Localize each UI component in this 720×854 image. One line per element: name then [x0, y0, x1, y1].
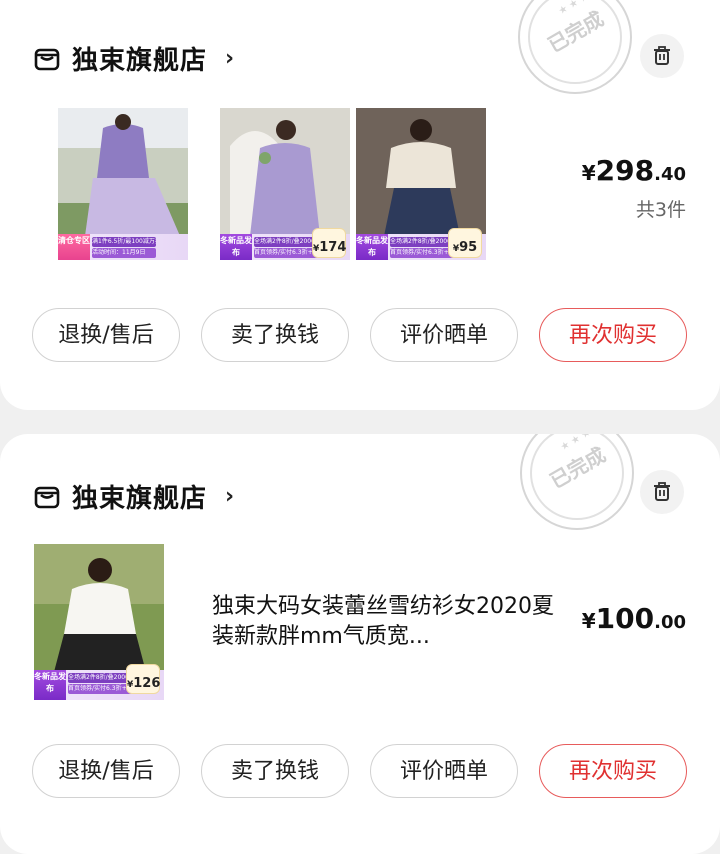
product-thumbnail[interactable]: 冬新品发布 全场满2件8折/叠2000优惠券 首页领券/实付6.3折+ ¥174 — [220, 108, 350, 260]
resell-button[interactable]: 卖了换钱 — [201, 308, 349, 362]
resell-button[interactable]: 卖了换钱 — [201, 744, 349, 798]
product-thumbnail[interactable]: 冬新品发布 全场满2件8折/叠2000优惠券 首页领券/实付6.3折+ ¥95 — [356, 108, 486, 260]
completed-stamp: ★★★ 已完成 — [520, 434, 634, 530]
product-photo — [58, 108, 188, 236]
trash-icon — [654, 46, 670, 65]
item-count: 共3件 — [635, 199, 686, 221]
store-link[interactable]: 独束旗舰店 › — [34, 40, 234, 77]
review-button[interactable]: 评价晒单 — [370, 308, 518, 362]
order-total: ¥100.00 — [581, 602, 686, 635]
promo-banner: 冬新品发布 全场满2件8折/叠2000优惠券 首页领券/实付6.3折+ ¥95 — [356, 228, 486, 260]
buy-again-button[interactable]: 再次购买 — [539, 744, 687, 798]
product-photo — [34, 544, 164, 672]
delete-order-button[interactable] — [640, 34, 684, 78]
store-icon — [34, 48, 60, 70]
trash-icon — [654, 482, 670, 501]
store-name: 独束旗舰店 — [72, 46, 208, 76]
chevron-right-icon: › — [225, 484, 235, 509]
return-aftersale-button[interactable]: 退换/售后 — [32, 744, 180, 798]
promo-banner: 清仓专区 满1件6.5折/最100减万券 活动时间：11月9日 — [58, 234, 188, 260]
product-thumbnail[interactable]: 冬新品发布 全场满2件8折/叠2000优惠券 首页领券/实付6.3折+ ¥126 — [34, 544, 164, 700]
promo-banner: 冬新品发布 全场满2件8折/叠2000优惠券 首页领券/实付6.3折+ ¥174 — [220, 228, 350, 260]
order-total: ¥298.40 — [581, 154, 686, 187]
completed-stamp: ★★★ 已完成 — [518, 0, 632, 94]
promo-banner: 冬新品发布 全场满2件8折/叠2000优惠券 首页领券/实付6.3折+ ¥126 — [34, 664, 164, 700]
chevron-right-icon: › — [225, 46, 235, 71]
product-title[interactable]: 独束大码女装蕾丝雪纺衫女2020夏装新款胖mm气质宽... — [212, 592, 562, 652]
store-icon — [34, 486, 60, 508]
delete-order-button[interactable] — [640, 470, 684, 514]
product-thumbnail[interactable]: 清仓专区 满1件6.5折/最100减万券 活动时间：11月9日 — [58, 108, 188, 260]
order-card: ★★★ 已完成 独束旗舰店 › 清仓专区 满1件6.5折/最100减万券 活动时… — [0, 0, 720, 410]
order-card: ★★★ 已完成 独束旗舰店 › 冬新品发布 全场满2件8折/叠200 首页领券/… — [0, 434, 720, 854]
product-photo — [356, 108, 486, 236]
promo-price: ¥95 — [448, 228, 482, 258]
store-link[interactable]: 独束旗舰店 › — [34, 478, 234, 515]
buy-again-button[interactable]: 再次购买 — [539, 308, 687, 362]
store-name: 独束旗舰店 — [72, 484, 208, 514]
return-aftersale-button[interactable]: 退换/售后 — [32, 308, 180, 362]
promo-price: ¥174 — [312, 228, 346, 258]
review-button[interactable]: 评价晒单 — [370, 744, 518, 798]
promo-price: ¥126 — [126, 664, 160, 694]
product-photo — [220, 108, 350, 236]
